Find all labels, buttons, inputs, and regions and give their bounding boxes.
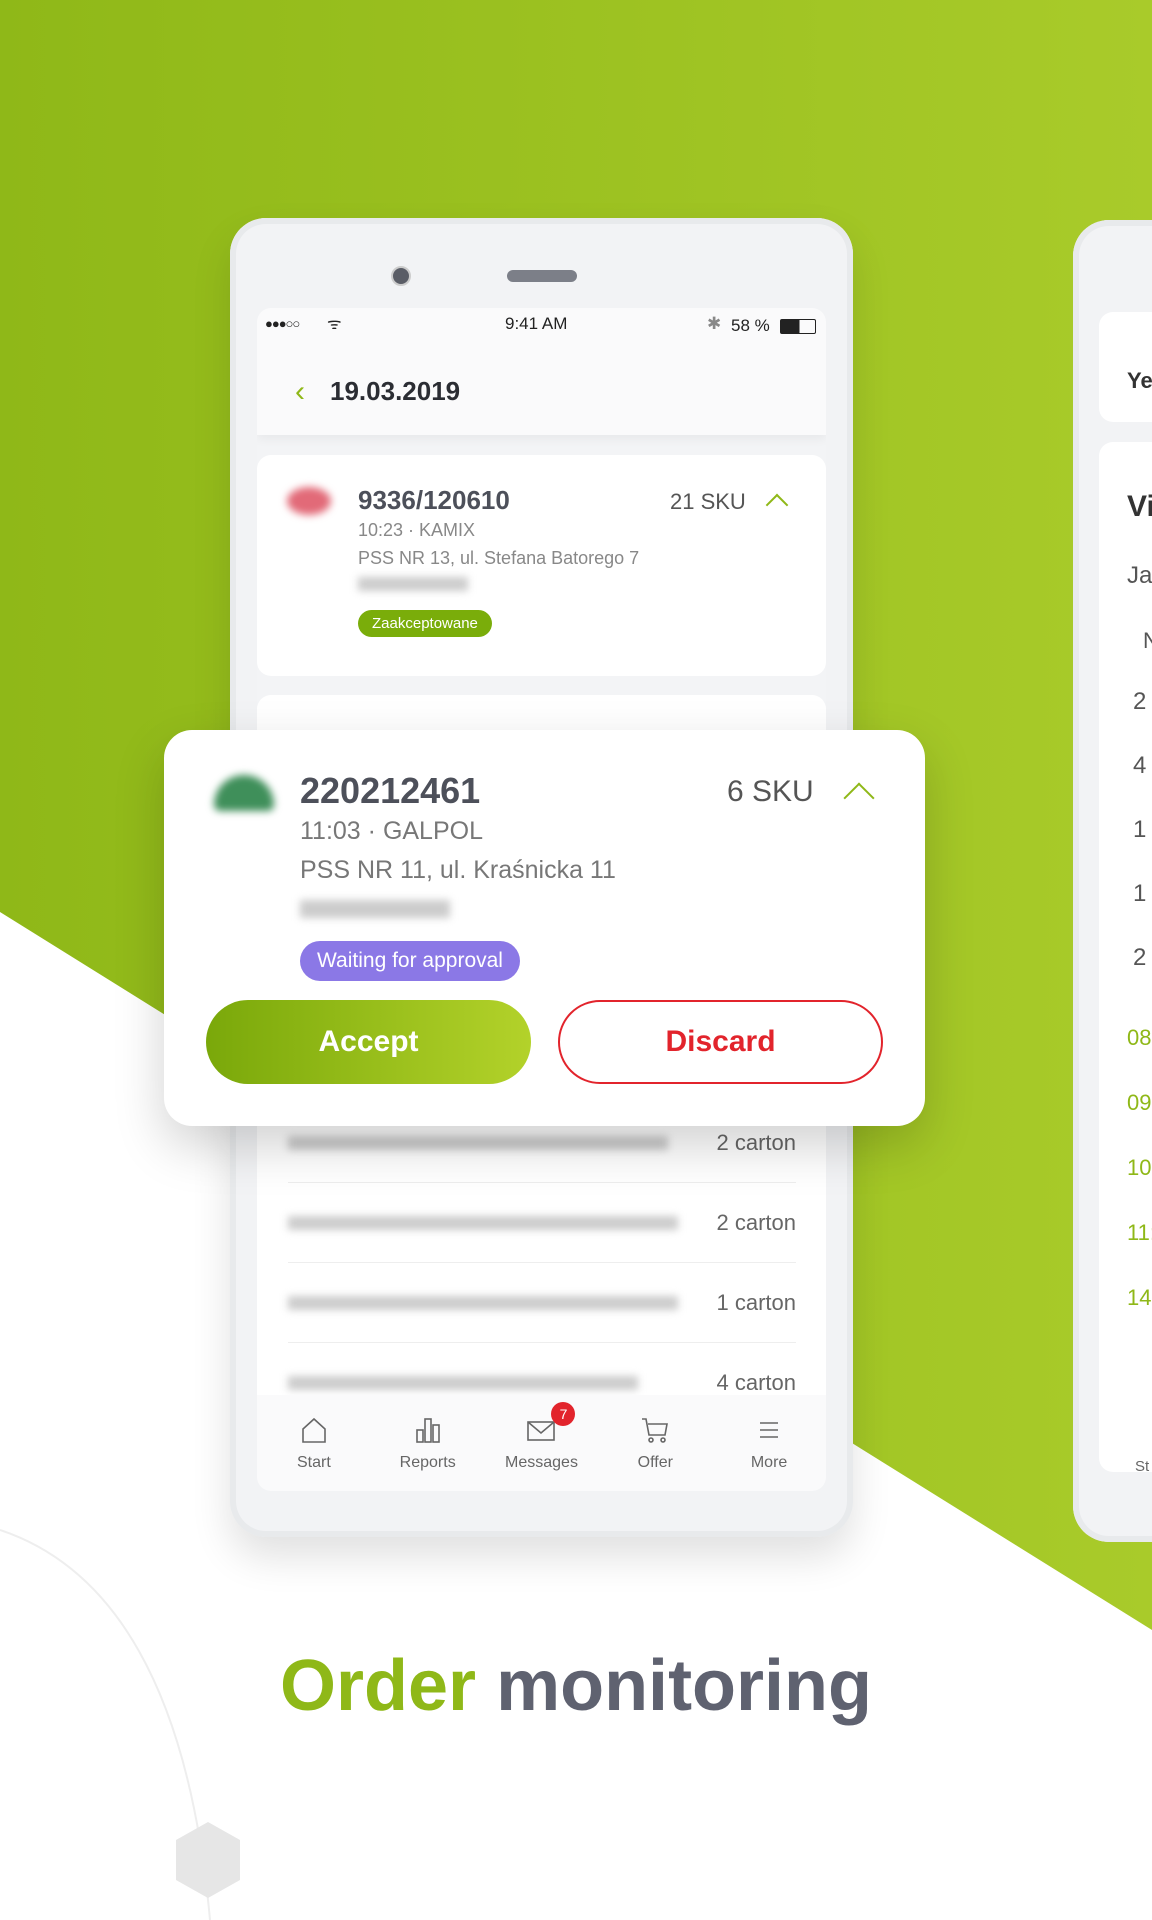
order-number: 220212461 (300, 770, 481, 811)
clock: 9:41 AM (505, 314, 568, 333)
menu-icon (760, 1422, 779, 1438)
signal-icon: ●●●○○ (265, 316, 300, 331)
tab-offer[interactable]: Offer (605, 1414, 705, 1472)
sku-count: 6 SKU (727, 775, 814, 808)
discard-button[interactable]: Discard (558, 1000, 883, 1084)
rp-time: 11: (1127, 1220, 1152, 1245)
tab-label: Offer (637, 1454, 673, 1471)
sku-count: 21 SKU (670, 489, 746, 514)
rp-num: 2 (1133, 944, 1147, 971)
item-qty: 4 carton (716, 1370, 797, 1395)
chevron-up-icon[interactable] (765, 493, 789, 517)
client-name: GALPOL (382, 817, 483, 845)
wifi-icon: ᯤ (327, 316, 342, 333)
blurred-contact (358, 577, 468, 591)
tab-bar: Start Reports Messages 7 Offer More (257, 1395, 826, 1491)
tab-label: Reports (399, 1454, 456, 1471)
notification-badge: 7 (551, 1402, 576, 1426)
tab-label: Start (296, 1454, 331, 1471)
list-item: 2 carton (288, 1183, 796, 1263)
client-logo (214, 775, 274, 811)
page-title: 19.03.2019 (330, 376, 461, 406)
order-card[interactable]: 9336/120610 21 SKU 10:23 · KAMIX PSS NR … (257, 455, 826, 676)
rp-time: 14 (1127, 1285, 1152, 1310)
battery-percent: 58 % (731, 316, 770, 335)
tab-reports[interactable]: Reports (378, 1414, 478, 1472)
rp-yes: Yes (1127, 368, 1152, 393)
rp-num: 1 (1133, 880, 1147, 907)
status-bar: ●●●○○ ᯤ 9:41 AM ✱ 58 % (257, 308, 826, 344)
rp-col: N (1143, 628, 1152, 653)
order-number: 9336/120610 (358, 485, 510, 515)
rp-tab: St (1135, 1458, 1150, 1475)
battery-icon (780, 319, 816, 334)
bluetooth-icon: ✱ (707, 314, 722, 333)
home-icon (302, 1417, 326, 1443)
speaker (507, 270, 577, 282)
rp-num: 1 (1133, 816, 1147, 843)
rp-time: 08 (1127, 1025, 1152, 1050)
item-qty: 1 carton (716, 1289, 797, 1315)
tab-messages[interactable]: Messages 7 (491, 1402, 591, 1472)
camera (391, 266, 411, 286)
client-name: KAMIX (419, 520, 476, 540)
header: ●●●○○ ᯤ 9:41 AM ✱ 58 % ‹ 19.03.2019 (257, 308, 826, 435)
rp-sub: Ja (1127, 562, 1152, 589)
status-badge: Waiting for approval (300, 941, 520, 981)
cube-decoration (176, 1822, 240, 1898)
rp-num: 2 (1133, 688, 1147, 715)
rp-time: 10 (1127, 1155, 1152, 1180)
order-popup-card: 220212461 6 SKU 11:03 · GALPOL PSS NR 11… (164, 730, 925, 1126)
tab-start[interactable]: Start (264, 1414, 364, 1472)
list-item: 1 carton (288, 1263, 796, 1343)
client-logo (287, 487, 331, 515)
bar-chart-icon (415, 1418, 440, 1443)
chevron-up-icon[interactable] (843, 782, 875, 814)
address: PSS NR 11, ul. Kraśnicka 11 (300, 856, 616, 884)
order-time: 10:23 (358, 520, 404, 540)
tab-label: More (750, 1454, 788, 1471)
address: PSS NR 13, ul. Stefana Batorego 7 (358, 548, 640, 568)
status-badge: Zaakceptowane (358, 610, 492, 637)
rp-num: 4 (1133, 752, 1147, 779)
second-phone: Yes Vi Ja N 2 4 1 1 2 08 09 10 11: 14 St (1073, 220, 1152, 1542)
blurred-contact (300, 900, 450, 918)
tab-more[interactable]: More (719, 1414, 819, 1472)
accept-button[interactable]: Accept (206, 1000, 531, 1084)
headline: Order monitoring (0, 1645, 1152, 1727)
order-time: 11:03 (300, 817, 361, 845)
tab-label: Messages (505, 1454, 578, 1471)
cart-icon (642, 1418, 669, 1443)
item-qty: 2 carton (716, 1209, 797, 1235)
rp-time: 09 (1127, 1090, 1152, 1115)
item-qty: 2 carton (716, 1129, 797, 1155)
rp-title: Vi (1127, 490, 1152, 523)
headline-word-order: Order (279, 1646, 477, 1726)
chevron-left-icon[interactable]: ‹ (295, 375, 305, 409)
headline-word-monitoring: monitoring (496, 1646, 873, 1726)
